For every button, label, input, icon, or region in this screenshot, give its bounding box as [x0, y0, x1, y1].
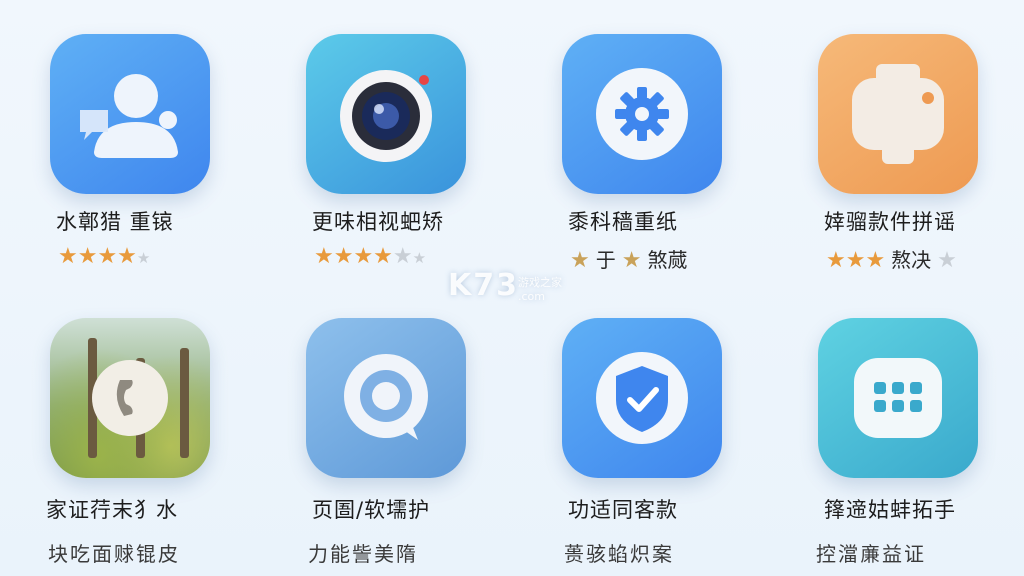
app-subtitle: 块吃面赇锟皮: [48, 542, 180, 566]
app-title: 箨遆姑蚌拓手: [824, 498, 956, 522]
app-title: 水鄣猎 重锿: [56, 210, 174, 234]
rating-stars: ★ 于 ★ 煞蒇: [570, 248, 688, 273]
camera-icon[interactable]: [306, 34, 466, 194]
app-settings[interactable]: 黍科穑重纸 ★ 于 ★ 煞蒇: [512, 0, 752, 276]
app-subtitle: 控澢亷益证: [816, 542, 926, 566]
app-subtitle: 蒉骇蜭炽案: [564, 542, 674, 566]
app-security[interactable]: 功适同客款 蒉骇蜭炽案: [512, 280, 752, 566]
contacts-icon[interactable]: [50, 34, 210, 194]
app-title: 更味相视蚆矫: [312, 210, 444, 234]
app-phone[interactable]: 家证荇末犭水 块吃面赇锟皮: [0, 280, 240, 566]
rating-stars: ★★★★★: [58, 244, 151, 269]
app-title: 婞骝款件拼谣: [824, 210, 956, 234]
app-grid[interactable]: 箨遆姑蚌拓手 控澢亷益证: [768, 280, 1008, 566]
app-chat[interactable]: 页圄/软壖护 力能訾美隋: [256, 280, 496, 566]
chat-bubble-icon[interactable]: [306, 318, 466, 478]
phone-icon[interactable]: [50, 318, 210, 478]
rating-stars: ★★★★★★: [314, 244, 427, 269]
app-title: 页圄/软壖护: [312, 498, 431, 522]
app-subtitle: 力能訾美隋: [308, 542, 418, 566]
app-title: 黍科穑重纸: [568, 210, 678, 234]
app-title: 功适同客款: [568, 498, 678, 522]
app-clipboard[interactable]: 婞骝款件拼谣 ★★★ 熬决 ★: [768, 0, 1008, 276]
app-title: 家证荇末犭水: [46, 498, 178, 522]
app-contacts[interactable]: 水鄣猎 重锿 ★★★★★: [0, 0, 240, 276]
clipboard-icon[interactable]: [818, 34, 978, 194]
rating-stars: ★★★ 熬决 ★: [826, 248, 957, 273]
shield-check-icon[interactable]: [562, 318, 722, 478]
watermark-logo: K73 游戏之家 .com: [448, 268, 562, 303]
settings-gear-icon[interactable]: [562, 34, 722, 194]
app-grid-icon[interactable]: [818, 318, 978, 478]
app-camera[interactable]: 更味相视蚆矫 ★★★★★★: [256, 0, 496, 276]
